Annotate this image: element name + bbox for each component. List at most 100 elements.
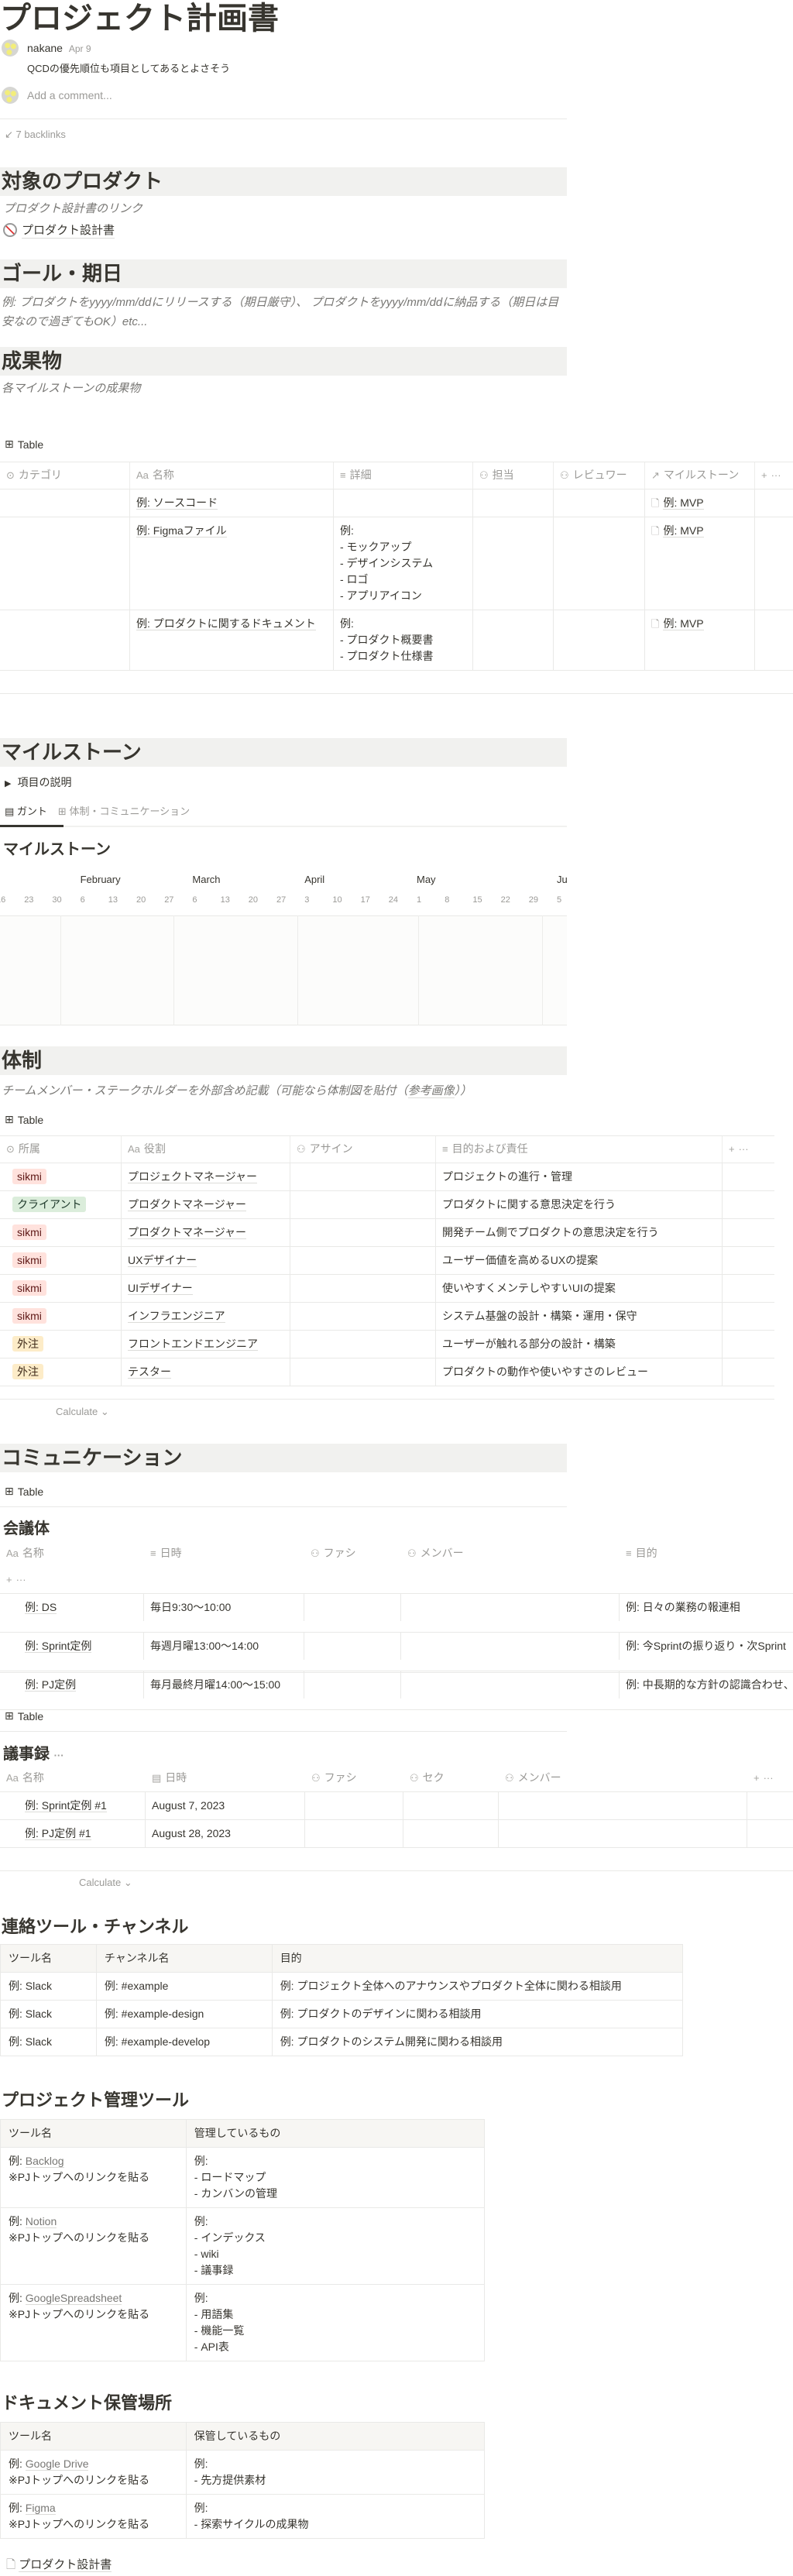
- row-title[interactable]: 例: PJ定例 #1: [25, 1827, 91, 1840]
- row-title[interactable]: 例: Sprint定例: [25, 1640, 92, 1653]
- table-cell[interactable]: プロダクトマネージャー: [122, 1191, 290, 1218]
- table-cell[interactable]: プロジェクトマネージャー: [122, 1163, 290, 1190]
- table-cell[interactable]: 例: Figmaファイル: [130, 517, 334, 610]
- table-cell[interactable]: 例: PJ定例: [0, 1671, 144, 1698]
- column-header[interactable]: ⚇ セク: [403, 1765, 499, 1791]
- tool-link[interactable]: Notion: [25, 2215, 57, 2228]
- row-title[interactable]: UXデザイナー: [128, 1254, 197, 1267]
- row-title[interactable]: プロジェクトマネージャー: [128, 1170, 258, 1183]
- plus-icon: +: [754, 1772, 760, 1784]
- add-comment-input[interactable]: Add a comment...: [27, 89, 554, 101]
- table-cell[interactable]: 例: プロダクトに関するドキュメント: [130, 610, 334, 670]
- calculate-button[interactable]: Calculate ⌄: [79, 1877, 132, 1889]
- tool-link[interactable]: Backlog: [25, 2155, 64, 2168]
- table-cell[interactable]: UIデザイナー: [122, 1275, 290, 1302]
- column-header[interactable]: ⊙ 所属: [0, 1136, 122, 1163]
- table-cell[interactable]: プロダクトマネージャー: [122, 1219, 290, 1246]
- person-icon: ⚇: [311, 1772, 321, 1784]
- table-row: 例: Google Drive ※PJトップへのリンクを貼る 例: - 先方提供素材: [0, 2450, 486, 2495]
- column-header[interactable]: Aa 役割: [122, 1136, 290, 1163]
- add-column-button[interactable]: + ···: [0, 1567, 144, 1593]
- row-title[interactable]: インフラエンジニア: [128, 1310, 225, 1323]
- table-cell: [755, 517, 793, 610]
- view-tab-table[interactable]: ⊞ Table: [5, 1485, 43, 1498]
- column-header[interactable]: ⚇ アサイン: [290, 1136, 436, 1163]
- column-header[interactable]: ⚇ レビュワー: [554, 462, 645, 489]
- calculate-label: Calculate: [79, 1877, 122, 1888]
- table-cell[interactable]: 例: Sprint定例: [0, 1633, 144, 1660]
- backlinks-button[interactable]: ↙ 7 backlinks: [5, 129, 66, 141]
- column-header[interactable]: ≡ 目的および責任: [436, 1136, 723, 1163]
- add-column-button[interactable]: + ···: [755, 462, 793, 489]
- tool-link[interactable]: Google Drive: [25, 2458, 89, 2471]
- relation-link[interactable]: 例: MVP: [663, 617, 704, 630]
- tab-gantt[interactable]: ▤ ガント: [5, 803, 47, 818]
- gantt-day-label: 10: [332, 895, 342, 905]
- row-title[interactable]: プロダクトマネージャー: [128, 1198, 247, 1211]
- row-title[interactable]: 例: Figmaファイル: [136, 524, 227, 538]
- table-cell[interactable]: インフラエンジニア: [122, 1303, 290, 1330]
- column-header[interactable]: ↗ マイルストーン: [645, 462, 755, 489]
- column-header[interactable]: ≡ 日時: [144, 1540, 304, 1567]
- column-header[interactable]: ⚇ 担当: [473, 462, 554, 489]
- calculate-button[interactable]: Calculate ⌄: [56, 1406, 109, 1418]
- row-title[interactable]: テスター: [128, 1365, 171, 1379]
- divider: [0, 826, 567, 827]
- gantt-timeline[interactable]: FebruaryMarchAprilMayJune162330613202761…: [0, 871, 567, 1027]
- chevron-down-icon: ⌄: [100, 1406, 109, 1417]
- table-cell: クライアント: [0, 1191, 122, 1218]
- column-header[interactable]: Aa 名称: [0, 1765, 146, 1791]
- row-title[interactable]: フロントエンドエンジニア: [128, 1338, 258, 1351]
- table-cell[interactable]: テスター: [122, 1358, 290, 1386]
- tool-link[interactable]: GoogleSpreadsheet: [25, 2292, 122, 2305]
- table-cell[interactable]: 例: PJ定例 #1: [0, 1820, 146, 1847]
- row-title[interactable]: 例: DS: [25, 1601, 57, 1614]
- row-title[interactable]: UIデザイナー: [128, 1282, 193, 1295]
- column-header[interactable]: ⚇ ファシ: [304, 1540, 401, 1567]
- view-tab-table[interactable]: ⊞ Table: [5, 1113, 43, 1126]
- table-cell[interactable]: UXデザイナー: [122, 1247, 290, 1274]
- table-cell[interactable]: 例: Sprint定例 #1: [0, 1792, 146, 1819]
- product-link[interactable]: プロダクト設計書: [3, 222, 115, 239]
- tool-link[interactable]: Figma: [25, 2502, 56, 2515]
- row-title[interactable]: 例: Sprint定例 #1: [25, 1799, 107, 1812]
- table-cell[interactable]: フロントエンドエンジニア: [122, 1331, 290, 1358]
- column-header[interactable]: Aa 名称: [130, 462, 334, 489]
- column-header[interactable]: ⚇ メンバー: [401, 1540, 620, 1567]
- title-icon: Aa: [128, 1143, 140, 1155]
- view-tab-table[interactable]: ⊞ Table: [5, 438, 43, 451]
- table-cell[interactable]: 例: ソースコード: [130, 489, 334, 517]
- toggle-item-description[interactable]: ▶ 項目の説明: [5, 775, 71, 790]
- cell-prefix: 例:: [9, 2215, 26, 2227]
- table-cell: 例: Slack: [0, 2000, 97, 2028]
- view-tab-table[interactable]: ⊞ Table: [5, 1709, 43, 1722]
- table-row: 例: Sprint定例 #1 August 7, 2023: [0, 1792, 793, 1820]
- column-header[interactable]: ⚇ ファシ: [305, 1765, 403, 1791]
- column-header[interactable]: ⚇ メンバー: [499, 1765, 747, 1791]
- gantt-day-label: 6: [80, 895, 85, 905]
- column-header[interactable]: ≡ 詳細: [334, 462, 473, 489]
- table-cell: 例: Google Drive ※PJトップへのリンクを貼る: [0, 2450, 187, 2495]
- table-cell[interactable]: 例: DS: [0, 1594, 144, 1621]
- add-column-button[interactable]: + ···: [723, 1136, 774, 1163]
- column-label: 日時: [160, 1547, 182, 1559]
- reference-image-link[interactable]: 参考画像: [407, 1084, 455, 1098]
- column-label: ファシ: [324, 1771, 357, 1784]
- column-header[interactable]: ⊙ カテゴリ: [0, 462, 130, 489]
- column-header[interactable]: Aa 名称: [0, 1540, 144, 1567]
- column-label: レビュワー: [572, 469, 627, 481]
- select-icon: ⊙: [6, 469, 15, 481]
- row-title[interactable]: 例: プロダクトに関するドキュメント: [136, 617, 316, 630]
- row-title[interactable]: 例: ソースコード: [136, 496, 218, 510]
- add-column-button[interactable]: + ···: [747, 1765, 793, 1791]
- gantt-grid[interactable]: [0, 915, 567, 1025]
- row-title[interactable]: 例: PJ定例: [25, 1678, 77, 1692]
- page-link-product-design[interactable]: 🗋 プロダクト設計書: [6, 2556, 112, 2576]
- tab-team-communication[interactable]: ⊞ 体制・コミュニケーション: [58, 803, 190, 818]
- relation-link[interactable]: 例: MVP: [663, 496, 704, 510]
- column-header[interactable]: ≡ 目的: [620, 1540, 793, 1567]
- column-header[interactable]: ▤ 日時: [146, 1765, 305, 1791]
- row-title[interactable]: プロダクトマネージャー: [128, 1226, 247, 1239]
- more-icon[interactable]: ···: [54, 1750, 64, 1761]
- relation-link[interactable]: 例: MVP: [663, 524, 704, 538]
